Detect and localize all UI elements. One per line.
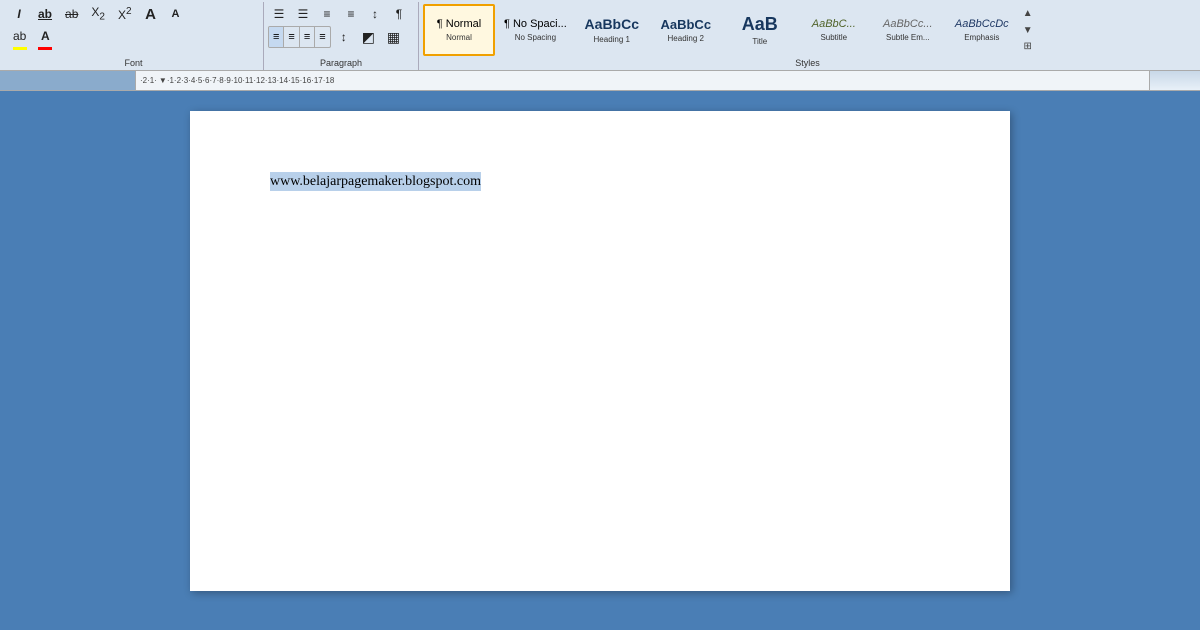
- shading-button[interactable]: ◩: [357, 27, 380, 47]
- font-color-btn[interactable]: A: [34, 26, 56, 46]
- font-grow-button[interactable]: A: [140, 4, 162, 24]
- ruler-left-margin: [0, 71, 135, 90]
- font-shrink-button[interactable]: A: [165, 4, 187, 24]
- underline-button[interactable]: ab: [33, 4, 57, 24]
- align-center-button[interactable]: ≡: [284, 27, 299, 47]
- style-heading1-label: Heading 1: [594, 35, 630, 44]
- alignment-group: ≡ ≡ ≡ ≡: [268, 26, 331, 48]
- style-emphasis[interactable]: AaBbCcDc Emphasis: [946, 4, 1018, 56]
- font-color-indicator: [38, 47, 52, 50]
- styles-expand[interactable]: ⊞: [1020, 39, 1036, 54]
- font-color-row: ab A: [8, 26, 255, 50]
- borders-button[interactable]: ▦: [382, 27, 405, 47]
- font-format-row: I ab ab X2 X2 A A: [8, 4, 255, 24]
- style-no-spacing-label: No Spacing: [515, 33, 556, 42]
- style-subtle-em[interactable]: AaBbCc... Subtle Em...: [872, 4, 944, 56]
- italic-button[interactable]: I: [8, 4, 30, 24]
- strikethrough-button[interactable]: ab: [60, 4, 83, 24]
- styles-scroll-down[interactable]: ▼: [1020, 23, 1036, 38]
- style-heading2-label: Heading 2: [668, 34, 704, 43]
- style-heading1[interactable]: AaBbCc Heading 1: [576, 4, 648, 56]
- align-left-button[interactable]: ≡: [269, 27, 284, 47]
- para-row-2: ≡ ≡ ≡ ≡ ↕ ◩ ▦: [268, 26, 410, 48]
- style-emphasis-label: Emphasis: [964, 33, 999, 42]
- style-subtitle-label: Subtitle: [820, 33, 847, 42]
- style-normal-preview: ¶ Normal: [437, 18, 481, 31]
- style-heading2[interactable]: AaBbCc Heading 2: [650, 4, 722, 56]
- align-right-button[interactable]: ≡: [300, 27, 315, 47]
- font-color-button[interactable]: A: [34, 26, 56, 50]
- para-row-1: ☰ ☰ ≡ ≡ ↕ ¶: [268, 4, 410, 24]
- selected-text: www.belajarpagemaker.blogspot.com: [270, 172, 481, 191]
- styles-row: ¶ Normal Normal ¶ No Spaci... No Spacing…: [423, 4, 1192, 56]
- document-content[interactable]: www.belajarpagemaker.blogspot.com: [270, 171, 930, 192]
- subscript-label: X2: [91, 5, 105, 22]
- styles-scroll-up[interactable]: ▲: [1020, 6, 1036, 21]
- underline-label: ab: [38, 7, 52, 21]
- align-justify-button[interactable]: ≡: [315, 27, 329, 47]
- highlight-color-button[interactable]: ab: [8, 26, 31, 50]
- highlight-btn[interactable]: ab: [8, 26, 31, 46]
- paragraph-section-label: Paragraph: [264, 58, 418, 68]
- ruler: ·2·1· ▼ ·1·2·3·4·5·6·7·8·9·10·11·12·13·1…: [0, 71, 1200, 91]
- superscript-button[interactable]: X2: [113, 4, 137, 24]
- bullets-button[interactable]: ☰: [268, 4, 290, 24]
- subscript-button[interactable]: X2: [86, 4, 110, 24]
- ruler-ticks: ·2·1· ▼ ·1·2·3·4·5·6·7·8·9·10·11·12·13·1…: [136, 76, 1149, 85]
- font-section-label: Font: [4, 58, 263, 68]
- style-subtitle-preview: AaBbC...: [812, 18, 856, 31]
- line-spacing-button[interactable]: ↕: [333, 27, 355, 47]
- style-normal-label: Normal: [446, 33, 472, 42]
- style-no-spacing-preview: ¶ No Spaci...: [504, 18, 567, 31]
- ruler-content: ·2·1· ▼ ·1·2·3·4·5·6·7·8·9·10·11·12·13·1…: [135, 71, 1150, 90]
- style-heading2-preview: AaBbCc: [660, 17, 711, 33]
- strike-label: ab: [65, 7, 78, 21]
- style-emphasis-preview: AaBbCcDc: [955, 18, 1009, 31]
- style-title-preview: AaB: [742, 14, 778, 36]
- style-subtitle[interactable]: AaBbC... Subtitle: [798, 4, 870, 56]
- style-title[interactable]: AaB Title: [724, 4, 796, 56]
- paragraph-section: ☰ ☰ ≡ ≡ ↕ ¶ ≡ ≡ ≡ ≡ ↕ ◩ ▦ Paragraph: [264, 2, 419, 70]
- numbering-button[interactable]: ☰: [292, 4, 314, 24]
- indent-button[interactable]: ≡: [340, 4, 362, 24]
- outdent-button[interactable]: ≡: [316, 4, 338, 24]
- style-heading1-preview: AaBbCc: [585, 16, 639, 33]
- styles-section: ¶ Normal Normal ¶ No Spaci... No Spacing…: [419, 2, 1196, 70]
- document-area: www.belajarpagemaker.blogspot.com: [0, 91, 1200, 630]
- toolbar: I ab ab X2 X2 A A ab A: [0, 0, 1200, 71]
- superscript-label: X2: [118, 6, 132, 22]
- show-marks-button[interactable]: ¶: [388, 4, 410, 24]
- sort-button[interactable]: ↕: [364, 4, 386, 24]
- highlight-color-indicator: [13, 47, 27, 50]
- style-subtle-em-label: Subtle Em...: [886, 33, 930, 42]
- document-page[interactable]: www.belajarpagemaker.blogspot.com: [190, 111, 1010, 591]
- style-subtle-em-preview: AaBbCc...: [883, 18, 933, 31]
- style-title-label: Title: [752, 37, 767, 46]
- styles-section-label: Styles: [419, 58, 1196, 68]
- font-section: I ab ab X2 X2 A A ab A: [4, 2, 264, 70]
- style-no-spacing[interactable]: ¶ No Spaci... No Spacing: [497, 4, 574, 56]
- style-normal[interactable]: ¶ Normal Normal: [423, 4, 495, 56]
